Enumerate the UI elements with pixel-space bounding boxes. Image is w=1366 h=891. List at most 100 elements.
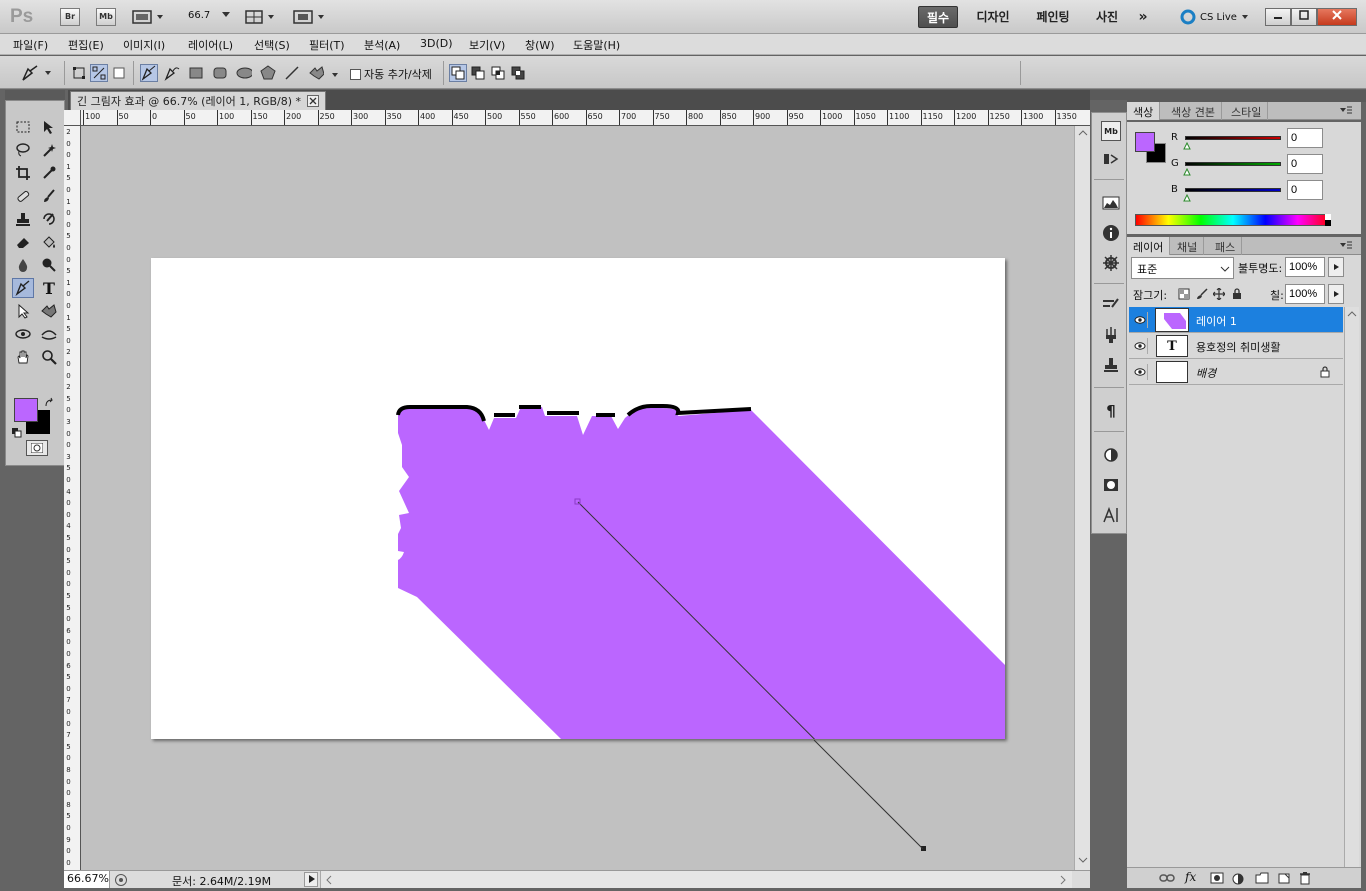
layer-name[interactable]: 레이어 1 xyxy=(1196,313,1237,329)
tab-styles[interactable]: 스타일 xyxy=(1225,102,1269,120)
checkbox-box[interactable] xyxy=(350,68,361,80)
layer-visibility-toggle[interactable] xyxy=(1132,312,1148,328)
lock-transparent-pixels[interactable] xyxy=(1178,288,1190,303)
layer-row-background[interactable]: 배경 xyxy=(1129,359,1343,385)
channel-r-slider[interactable] xyxy=(1185,136,1281,140)
screen-mode-button[interactable] xyxy=(293,9,327,28)
move-tool[interactable] xyxy=(38,117,60,137)
3d-orbit-tool[interactable] xyxy=(38,324,60,344)
lock-position[interactable] xyxy=(1212,287,1226,303)
auto-add-delete-checkbox[interactable]: 자동 추가/삭제 xyxy=(350,66,432,82)
layer-visibility-toggle[interactable] xyxy=(1132,364,1148,380)
icon-dock-header[interactable] xyxy=(1090,90,1127,100)
swap-colors-button[interactable] xyxy=(44,397,56,412)
magic-wand-tool[interactable] xyxy=(38,140,60,160)
paths-mode[interactable] xyxy=(90,64,108,82)
line-tool-option[interactable] xyxy=(283,64,301,82)
zoom-tool[interactable] xyxy=(38,347,60,367)
layers-panel-menu[interactable] xyxy=(1339,240,1353,253)
pen-tool[interactable] xyxy=(12,278,34,298)
color-panel-menu[interactable] xyxy=(1339,105,1353,118)
custom-shape-tool[interactable] xyxy=(38,301,60,321)
clone-source-panel-button[interactable] xyxy=(1101,355,1121,375)
menu-filter[interactable]: 필터(T) xyxy=(309,37,345,53)
minimize-button[interactable] xyxy=(1265,8,1291,26)
mini-bridge-button[interactable]: Mb xyxy=(96,8,116,26)
hand-tool[interactable] xyxy=(12,347,34,367)
tab-channels[interactable]: 채널 xyxy=(1171,237,1205,255)
arrange-documents-button[interactable] xyxy=(245,9,279,28)
channel-g-slider[interactable] xyxy=(1185,162,1281,166)
opacity-slider-button[interactable] xyxy=(1328,257,1344,277)
layer-visibility-toggle[interactable] xyxy=(1132,338,1148,354)
view-extras-button[interactable] xyxy=(132,9,166,28)
layer-row-layer-1[interactable]: 레이어 1 xyxy=(1129,307,1343,333)
brush-tool[interactable] xyxy=(38,186,60,206)
menu-select[interactable]: 선택(S) xyxy=(254,37,290,53)
path-selection-tool[interactable] xyxy=(12,301,34,321)
exclude-overlapping-path-areas[interactable] xyxy=(509,64,527,82)
color-panel-foreground[interactable] xyxy=(1135,132,1155,152)
document-tab[interactable]: 긴 그림자 효과 @ 66.7% (레이어 1, RGB/8) * xyxy=(70,91,326,110)
3d-rotate-tool[interactable] xyxy=(12,324,34,344)
menu-file[interactable]: 파일(F) xyxy=(13,37,48,53)
healing-brush-tool[interactable] xyxy=(12,186,34,206)
foreground-color-swatch[interactable] xyxy=(14,398,38,422)
type-tool[interactable]: T xyxy=(38,278,60,298)
fill-pixels-mode[interactable] xyxy=(110,64,128,82)
brush-presets-panel-button[interactable] xyxy=(1101,295,1121,315)
crop-tool[interactable] xyxy=(12,163,34,183)
channel-r-input[interactable] xyxy=(1287,128,1323,148)
document-canvas[interactable] xyxy=(151,258,1005,739)
close-button[interactable] xyxy=(1317,8,1357,26)
menu-view[interactable]: 보기(V) xyxy=(469,37,505,53)
subtract-from-path-area[interactable] xyxy=(469,64,487,82)
marquee-tool[interactable] xyxy=(12,117,34,137)
tool-preset-picker[interactable] xyxy=(20,64,52,82)
eraser-tool[interactable] xyxy=(12,232,34,252)
lock-all[interactable] xyxy=(1231,288,1243,303)
workspace-photography[interactable]: 사진 xyxy=(1088,6,1126,28)
custom-shape-tool-option[interactable] xyxy=(307,64,325,82)
status-menu-button[interactable] xyxy=(304,872,318,887)
bridge-button[interactable]: Br xyxy=(60,8,80,26)
workspace-painting[interactable]: 페인팅 xyxy=(1028,6,1078,28)
layer-style-button[interactable]: fx xyxy=(1185,870,1196,884)
cs-live-button[interactable]: CS Live xyxy=(1180,9,1249,25)
opacity-input[interactable] xyxy=(1285,257,1325,277)
workspace-design[interactable]: 디자인 xyxy=(968,6,1018,28)
shape-options-dropdown[interactable] xyxy=(331,69,339,82)
restore-button[interactable] xyxy=(1291,8,1317,26)
menu-edit[interactable]: 편집(E) xyxy=(68,37,104,53)
right-dock-header[interactable] xyxy=(1127,90,1366,102)
adjustments-panel-button[interactable] xyxy=(1101,445,1121,465)
character-panel-button[interactable] xyxy=(1101,505,1121,525)
history-panel-button[interactable] xyxy=(1101,149,1121,169)
tab-color[interactable]: 색상 xyxy=(1127,102,1161,120)
new-group-button[interactable] xyxy=(1255,872,1269,887)
toolbox-header[interactable] xyxy=(5,90,65,100)
default-colors-button[interactable] xyxy=(12,428,22,441)
freeform-pen-option[interactable] xyxy=(163,64,181,82)
vertical-scrollbar[interactable] xyxy=(1074,126,1090,870)
horizontal-scrollbar[interactable] xyxy=(320,871,1072,888)
histogram-panel-button[interactable] xyxy=(1101,193,1121,213)
menu-help[interactable]: 도움말(H) xyxy=(573,37,620,53)
polygon-tool-option[interactable] xyxy=(259,64,277,82)
slider-handle[interactable] xyxy=(1183,166,1191,179)
blend-mode-select[interactable]: 표준 xyxy=(1131,257,1234,279)
channel-b-slider[interactable] xyxy=(1185,188,1281,192)
rectangle-tool-option[interactable] xyxy=(187,64,205,82)
horizontal-ruler[interactable]: 100 50 0 50 100 150 200 250 300 350 400 450 500 550 60… xyxy=(81,110,1090,126)
add-to-path-area[interactable] xyxy=(449,64,467,82)
link-layers-button[interactable] xyxy=(1159,872,1175,887)
ellipse-tool-option[interactable] xyxy=(235,64,253,82)
lasso-tool[interactable] xyxy=(12,140,34,160)
layers-scrollbar[interactable] xyxy=(1344,307,1359,867)
workspace-essentials[interactable]: 필수 xyxy=(918,6,958,28)
pen-tool-option[interactable] xyxy=(140,64,158,82)
layer-name[interactable]: 배경 xyxy=(1196,365,1216,381)
menu-3d[interactable]: 3D(D) xyxy=(420,37,453,50)
new-layer-button[interactable] xyxy=(1277,872,1291,887)
delete-layer-button[interactable] xyxy=(1299,871,1311,888)
